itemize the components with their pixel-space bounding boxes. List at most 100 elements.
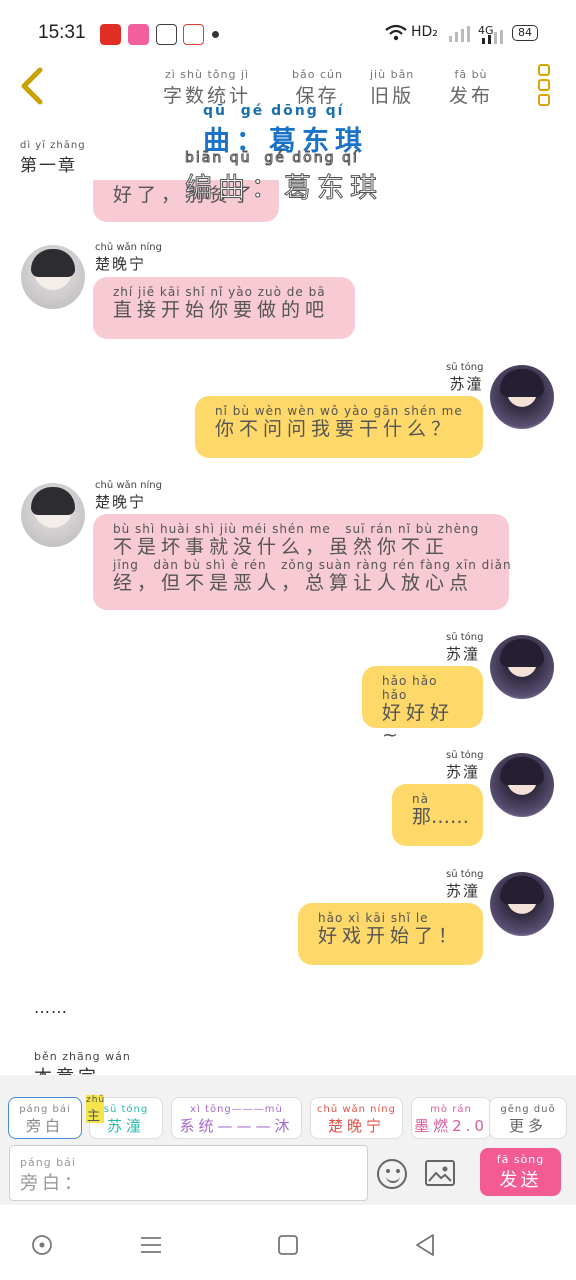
narration-text[interactable]: …… <box>34 998 68 1017</box>
old-version-pinyin: jiù bǎn <box>370 68 415 81</box>
image-icon[interactable] <box>425 1160 455 1186</box>
message-pinyin: nà <box>412 792 429 806</box>
message-pinyin: zhí jiē kāi shǐ nǐ yào zuò de bā <box>113 285 326 299</box>
message-text: 直接开始你要做的吧 <box>113 299 330 321</box>
save-button[interactable]: bǎo cún 保存 <box>292 68 343 108</box>
old-version-button[interactable]: jiù bǎn 旧版 <box>370 68 414 108</box>
message-bubble[interactable]: hǎo hǎo hǎo 好好好~ <box>362 666 483 746</box>
input-placeholder: 旁白： <box>20 1173 86 1194</box>
role-pinyin: gēng duō <box>500 1104 556 1115</box>
send-pinyin: fā sòng <box>496 1153 545 1166</box>
role-moran-button[interactable]: mò rán 墨燃2.0 <box>411 1097 491 1139</box>
arrangement-credit-pinyin: biān qū gé dōng qí <box>185 150 359 167</box>
speaker-name: sū tóng 苏潼 <box>446 869 483 901</box>
send-button[interactable]: fā sòng 发送 <box>480 1148 561 1196</box>
word-count-button[interactable]: zì shù tǒng jì 字数统计 <box>163 68 251 108</box>
role-pinyin: mò rán <box>430 1104 472 1115</box>
role-label: 系统———沐 <box>179 1117 294 1135</box>
more-roles-button[interactable]: gēng duō 更多 <box>489 1097 567 1139</box>
speaker-name-label: 楚晚宁 <box>95 493 147 511</box>
message-text: 不是坏事就没什么，虽然你不正 <box>113 536 450 558</box>
pink-app-icon <box>128 24 149 45</box>
word-count-pinyin: zì shù tǒng jì <box>164 68 250 81</box>
publish-label: 发布 <box>449 85 494 107</box>
avatar[interactable] <box>490 635 554 699</box>
speaker-name: sū tóng 苏潼 <box>446 362 483 394</box>
input-pinyin: páng bái <box>20 1156 76 1169</box>
home-icon[interactable] <box>277 1234 299 1256</box>
message-bubble[interactable]: nǐ bù wèn wèn wǒ yào gān shén me 你不问问我要干… <box>195 396 483 458</box>
role-system-button[interactable]: xì tǒng———mù 系统———沐 <box>171 1097 302 1139</box>
speaker-name: chǔ wǎn níng 楚晚宁 <box>95 242 162 274</box>
speaker-name-pinyin: sū tóng <box>446 632 484 643</box>
role-narrator-button[interactable]: páng bái 旁白 <box>8 1097 82 1139</box>
avatar[interactable] <box>21 483 85 547</box>
message-text: 好好好~ <box>382 702 455 746</box>
role-label: 更多 <box>508 1117 547 1135</box>
back-icon[interactable] <box>16 66 46 106</box>
speaker-name-pinyin: chǔ wǎn níng <box>95 242 162 253</box>
input-row: páng bái 旁白： fā sòng 发送 <box>0 1143 576 1205</box>
more-menu-icon[interactable] <box>538 64 552 108</box>
message-pinyin: hǎo xì kāi shǐ le <box>318 911 429 925</box>
speaker-name: chǔ wǎn níng 楚晚宁 <box>95 480 162 512</box>
save-pinyin: bǎo cún <box>292 68 343 81</box>
message-bubble[interactable]: hǎo xì kāi shǐ le 好戏开始了！ <box>298 903 483 965</box>
battery-icon: 84 <box>512 25 538 41</box>
old-version-label: 旧版 <box>370 85 415 107</box>
chapter-title[interactable]: dì yī zhāng 第一章 <box>20 140 86 176</box>
pinduoduo-app-icon <box>100 24 121 45</box>
badge-label: 主 <box>86 1109 103 1124</box>
assistant-icon[interactable] <box>31 1234 53 1256</box>
message-text: 那…… <box>412 806 470 828</box>
message-text-2: 经，但不是恶人，总算让人放心点 <box>113 572 474 594</box>
signal-icon-2 <box>482 30 503 44</box>
chapter-end-label: 本章完 <box>34 1063 131 1075</box>
status-time: 15:31 <box>38 22 86 43</box>
role-chuwanning-button[interactable]: chǔ wǎn níng 楚晚宁 <box>310 1097 403 1139</box>
role-label: 楚晚宁 <box>327 1117 385 1135</box>
message-bubble[interactable]: nà 那…… <box>392 784 483 846</box>
speaker-name: sū tóng 苏潼 <box>446 632 483 664</box>
speaker-name-label: 苏潼 <box>446 882 481 900</box>
avatar[interactable] <box>490 872 554 936</box>
speaker-name-pinyin: chǔ wǎn níng <box>95 480 162 491</box>
song-credit-pinyin: qū gé dōng qí <box>203 103 345 119</box>
message-bubble[interactable]: zhí jiē kāi shǐ nǐ yào zuò de bā 直接开始你要做… <box>93 277 355 339</box>
wifi-icon <box>385 24 407 41</box>
menu-icon[interactable] <box>140 1235 162 1255</box>
avatar[interactable] <box>490 753 554 817</box>
speaker-name-label: 楚晚宁 <box>95 255 147 273</box>
hd-indicator: HD₂ <box>411 24 438 40</box>
message-text: 好戏开始了！ <box>318 925 463 947</box>
publish-pinyin: fā bù <box>454 68 488 81</box>
chat-area[interactable]: 好了，别贫了 chǔ wǎn níng 楚晚宁 zhí jiē kāi shǐ … <box>0 180 576 1075</box>
paw-app-icon <box>156 24 177 45</box>
speaker-name-label: 苏潼 <box>446 645 481 663</box>
message-bubble[interactable]: bù shì huài shì jiù méi shén me suī rán … <box>93 514 511 610</box>
arrangement-credit-overlay: biān qū gé dōng qí 编曲：葛东琪 <box>185 150 383 205</box>
message-pinyin: hǎo hǎo hǎo <box>382 674 438 702</box>
back-nav-icon[interactable] <box>414 1233 436 1257</box>
avatar[interactable] <box>490 365 554 429</box>
speaker-name: sū tóng 苏潼 <box>446 750 483 782</box>
role-pinyin: chǔ wǎn níng <box>317 1104 396 1115</box>
avatar[interactable] <box>21 245 85 309</box>
role-label: 墨燃2.0 <box>414 1117 488 1135</box>
send-label: 发送 <box>499 1170 542 1191</box>
publish-button[interactable]: fā bù 发布 <box>449 68 493 108</box>
speaker-name-pinyin: sū tóng <box>446 869 484 880</box>
chapter-end-pinyin: běn zhāng wán <box>34 1050 131 1063</box>
signal-icon <box>449 26 470 42</box>
chapter-end-text[interactable]: běn zhāng wán 本章完 <box>34 1050 131 1075</box>
message-input[interactable]: páng bái 旁白： <box>9 1145 368 1201</box>
role-pinyin: páng bái <box>19 1104 71 1115</box>
speaker-name-pinyin: sū tóng <box>446 362 484 373</box>
role-pinyin: xì tǒng———mù <box>190 1104 283 1115</box>
status-bar: 15:31 HD₂ 4G 84 <box>0 0 576 52</box>
speaker-name-label: 苏潼 <box>446 763 481 781</box>
speaker-name-label: 苏潼 <box>449 375 484 393</box>
map-app-icon <box>183 24 204 45</box>
role-selector-bar: páng bái 旁白 sū tóng 苏潼 zhǔ 主 xì tǒng———m… <box>0 1075 576 1143</box>
emoji-icon[interactable] <box>377 1159 407 1189</box>
